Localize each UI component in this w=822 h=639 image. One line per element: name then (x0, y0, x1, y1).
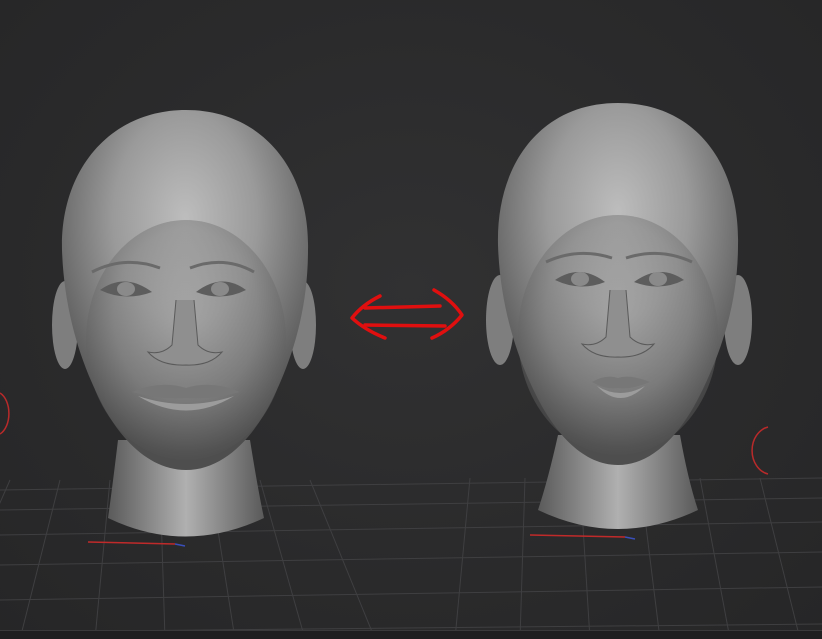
z-axis-line-left (174, 543, 186, 547)
viewport-bottom-strip (0, 630, 822, 639)
x-axis-line-right (529, 534, 626, 538)
viewport-canvas[interactable] (0, 0, 822, 639)
double-arrow-icon (350, 288, 464, 340)
head-model-left[interactable] (52, 110, 316, 537)
scene-svg (0, 103, 822, 639)
z-axis-line-right (624, 536, 636, 540)
rotation-gizmo-arc-icon[interactable] (751, 426, 769, 475)
head-model-right[interactable] (486, 103, 752, 529)
rotation-gizmo-arc-icon[interactable] (0, 392, 10, 435)
